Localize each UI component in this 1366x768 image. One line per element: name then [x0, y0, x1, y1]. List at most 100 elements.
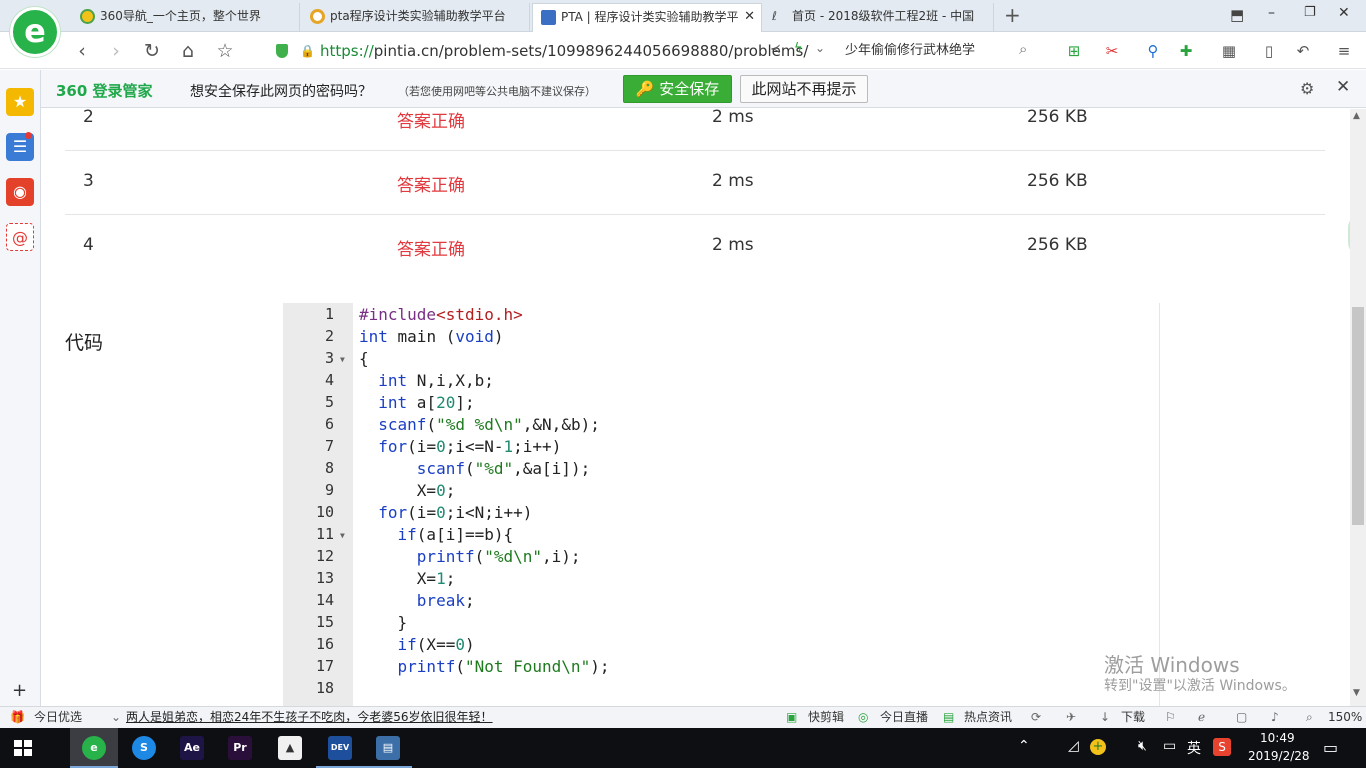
zoom-level[interactable]: 150% — [1328, 707, 1362, 727]
notification-center-icon[interactable]: ▭ — [1323, 738, 1338, 757]
windows-start-icon[interactable] — [14, 740, 32, 756]
gear-icon[interactable]: ⚙ — [1300, 79, 1314, 98]
magnifier-icon[interactable]: ⚲ — [1143, 41, 1163, 61]
new-tab-button[interactable]: + — [1004, 3, 1021, 27]
scissors-icon[interactable]: ✂ — [1102, 41, 1122, 61]
favorites-star-icon[interactable]: ★ — [6, 88, 34, 116]
360-tray-icon[interactable]: + — [1090, 739, 1106, 755]
tab-pta-home[interactable]: pta程序设计类实验辅助教学平台 — [302, 3, 530, 32]
menu-icon[interactable]: ≡ — [1334, 41, 1354, 61]
taskbar-app[interactable]: ▲ — [266, 728, 314, 768]
taskbar-app[interactable]: Pr — [216, 728, 264, 768]
fold-arrow-icon[interactable]: ▼ — [340, 355, 345, 364]
shirt-skin-icon[interactable]: ⬒ — [1230, 6, 1244, 24]
tab-class-home[interactable]: ℓ 首页 - 2018级软件工程2班 - 中国 — [764, 3, 994, 32]
forward-button[interactable]: › — [104, 39, 128, 63]
close-window-button[interactable]: ✕ — [1338, 5, 1350, 21]
speaker-muted-icon[interactable]: 🔇︎ — [1138, 738, 1147, 754]
notification-dot — [25, 132, 32, 139]
sogou-ime-icon[interactable]: S — [1213, 738, 1231, 756]
network-icon[interactable]: ◿ — [1068, 738, 1079, 754]
table-row: 3 答案正确 2 ms 256 KB — [65, 151, 1325, 215]
tab-pta-problem[interactable]: PTA | 程序设计类实验辅助教学平 ✕ — [532, 3, 762, 32]
add-sidebar-item-icon[interactable]: + — [12, 680, 27, 701]
minimize-button[interactable]: – — [1268, 5, 1275, 21]
key-icon: 🔑 — [635, 80, 655, 98]
reload-button[interactable]: ↻ — [140, 39, 164, 63]
ie-mode-icon[interactable]: ℯ — [1198, 707, 1205, 727]
daily-picks-label[interactable]: 今日优选 — [34, 707, 82, 727]
gift-icon[interactable]: 🎁 — [10, 707, 25, 727]
hot-news-label[interactable]: 热点资讯 — [964, 707, 1012, 727]
vertical-scrollbar[interactable]: ▲ ▼ — [1350, 109, 1366, 706]
live-label[interactable]: 今日直播 — [880, 707, 928, 727]
code-token: ]; — [455, 393, 475, 412]
code-token: "%d\n" — [484, 547, 543, 566]
taskbar-app[interactable]: e — [70, 728, 118, 768]
tab-360-nav[interactable]: 360导航_一个主页，整个世界 — [72, 3, 300, 32]
360-browser-logo[interactable]: e — [10, 7, 60, 57]
volume-icon[interactable]: ♪ — [1271, 707, 1279, 727]
code-token: } — [359, 613, 408, 632]
save-password-button[interactable]: 🔑 安全保存 — [623, 75, 732, 103]
download-arrow-icon[interactable]: ↓ — [1100, 707, 1110, 727]
restore-button[interactable]: ❐ — [1304, 5, 1316, 20]
taskbar-app[interactable]: DEV — [316, 728, 364, 768]
home-button[interactable]: ⌂ — [176, 39, 200, 63]
fold-arrow-icon[interactable]: ▼ — [340, 531, 345, 540]
battery-icon[interactable]: ▭ — [1163, 738, 1176, 754]
live-play-icon[interactable]: ◎ — [858, 707, 868, 727]
login-manager-brand: 360 登录管家 — [56, 82, 153, 100]
speed-mode-icon[interactable]: ϟ — [794, 41, 803, 56]
code-token: "%d" — [474, 459, 514, 478]
scroll-up-arrow-icon[interactable]: ▲ — [1353, 111, 1360, 121]
chevron-down-icon[interactable]: ⌄ — [815, 41, 825, 55]
window-mode-icon[interactable]: ▢ — [1236, 707, 1247, 727]
news-ticker-link[interactable]: 两人是姐弟恋，相恋24年不生孩子不吃肉，今老婆56岁依旧很年轻！ — [126, 707, 493, 727]
code-token: ( — [464, 459, 475, 478]
share-icon[interactable]: ≺ — [770, 42, 781, 57]
gamepad-icon[interactable]: ✚ — [1176, 41, 1196, 61]
code-token: ; — [445, 569, 456, 588]
code-token: a[ — [407, 393, 437, 412]
search-input[interactable]: 少年偷偷修行武林绝学 — [845, 38, 1040, 64]
pin-icon[interactable]: ✈ — [1066, 707, 1076, 727]
translate-icon[interactable]: ⊞ — [1064, 41, 1084, 61]
apps-grid-icon[interactable]: ▦ — [1219, 41, 1239, 61]
taskbar-app[interactable]: S — [120, 728, 168, 768]
search-icon[interactable]: ⌕ — [1019, 40, 1027, 58]
back-button[interactable]: ‹ — [70, 39, 94, 63]
bookmark-star-icon[interactable]: ☆ — [213, 39, 237, 63]
undo-icon[interactable]: ↶ — [1293, 41, 1313, 61]
code-token: 0 — [436, 481, 446, 500]
hot-news-icon[interactable]: ▤ — [943, 707, 954, 727]
quick-clip-label[interactable]: 快剪辑 — [808, 707, 844, 727]
scrollbar-thumb[interactable] — [1352, 307, 1364, 525]
download-label[interactable]: 下载 — [1121, 707, 1145, 727]
clock-time[interactable]: 10:49 — [1260, 731, 1295, 745]
tab-close-icon[interactable]: ✕ — [744, 4, 755, 30]
input-method-label[interactable]: 英 — [1187, 738, 1201, 758]
taskbar-app[interactable]: Ae — [168, 728, 216, 768]
weibo-icon[interactable]: ◉ — [6, 178, 34, 206]
reading-mode-icon[interactable]: ▯ — [1259, 41, 1279, 61]
chevron-down-icon[interactable]: ⌄ — [111, 707, 121, 727]
zoom-icon[interactable]: ⌕ — [1306, 707, 1313, 727]
never-remind-button[interactable]: 此网站不再提示 — [740, 75, 868, 103]
activation-watermark-hint: 转到"设置"以激活 Windows。 — [1104, 678, 1296, 694]
flag-icon[interactable]: ⚐ — [1165, 707, 1176, 727]
mail-icon[interactable]: @ — [6, 223, 34, 251]
scroll-down-arrow-icon[interactable]: ▼ — [1353, 688, 1360, 698]
close-icon[interactable]: ✕ — [1336, 77, 1350, 97]
refresh-icon[interactable]: ⟳ — [1031, 707, 1041, 727]
taskbar-app[interactable]: ▤ — [364, 728, 412, 768]
chevron-up-icon[interactable]: ⌃ — [1018, 738, 1030, 754]
app-icon: Ae — [180, 736, 204, 760]
clock-date[interactable]: 2019/2/28 — [1248, 749, 1310, 763]
code-editor[interactable]: 1 2 3 ▼ 4 5 6 7 8 9 10 11 ▼ 12 13 14 15 16 17 18 #include<s… — [283, 303, 1159, 706]
line-number: 9 — [324, 481, 334, 499]
pta-icon — [310, 9, 325, 24]
quick-clip-icon[interactable]: ▣ — [786, 707, 797, 727]
